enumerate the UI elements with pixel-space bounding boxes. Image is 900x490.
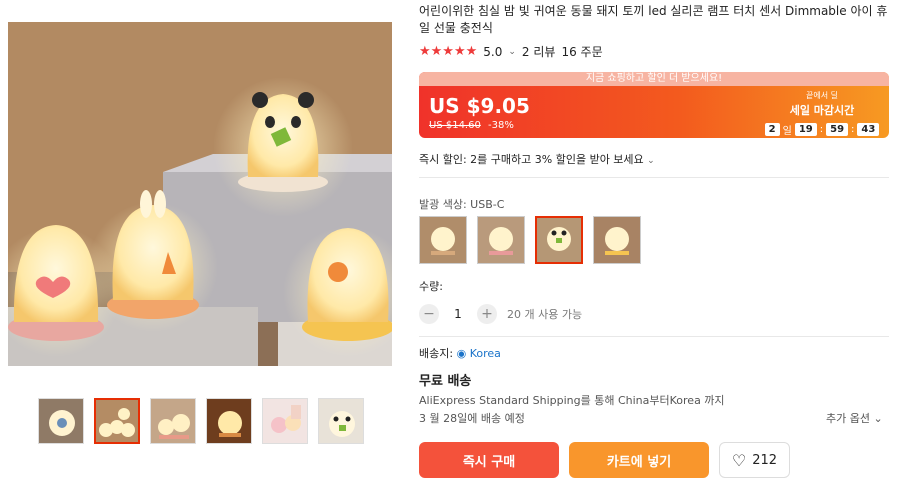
more-shipping-options[interactable]: 추가 옵션 ⌄ — [826, 410, 883, 426]
countdown-seconds: 43 — [857, 123, 880, 136]
order-count: 16 주문 — [561, 45, 603, 59]
more-options-label: 추가 옵션 — [826, 412, 870, 425]
shipping-method: AliExpress Standard Shipping를 통해 China부터… — [419, 394, 725, 407]
rating-row: ★★★★★ 5.0 ⌄ 2 리뷰 16 주문 — [419, 43, 603, 60]
heart-icon: ♡ — [731, 450, 747, 470]
countdown-separator: : — [851, 124, 855, 135]
chevron-down-icon: ⌄ — [647, 156, 655, 166]
original-price: US $14.60 — [429, 120, 481, 131]
chevron-down-icon[interactable]: ⌄ — [508, 47, 516, 57]
countdown-hours: 19 — [794, 123, 817, 136]
thumbnail-3[interactable] — [150, 398, 196, 444]
color-swatch-3-selected[interactable] — [535, 216, 583, 264]
increase-quantity-button[interactable]: + — [477, 304, 497, 324]
sale-subtitle: 끝에서 딜 — [806, 91, 838, 100]
available-quantity: 20 개 사용 가능 — [507, 308, 583, 321]
price-banner: 지금 쇼핑하고 할인 더 받으세요! US $9.05 US $14.60 -3… — [419, 72, 889, 138]
quantity-value[interactable]: 1 — [449, 307, 467, 321]
color-swatches — [419, 216, 641, 264]
sale-title: 세일 마감시간 — [789, 104, 855, 117]
instant-discount-text: 즉시 할인: 2를 구매하고 3% 할인을 받아 보세요 — [419, 153, 644, 166]
countdown-timer: 2 일 19 : 59 : 43 — [763, 122, 881, 137]
product-photo — [8, 22, 392, 366]
current-price: US $9.05 — [429, 94, 530, 118]
thumbnail-4[interactable] — [206, 398, 252, 444]
location-pin-icon[interactable]: ◉ — [457, 347, 467, 360]
discount-percent: -38% — [488, 120, 514, 131]
main-product-image[interactable] — [8, 22, 392, 366]
quantity-stepper: − 1 + 20 개 사용 가능 — [419, 304, 582, 324]
quantity-label: 수량: — [419, 280, 443, 293]
thumbnail-6[interactable] — [318, 398, 364, 444]
review-count[interactable]: 2 리뷰 — [522, 43, 556, 60]
free-shipping-title: 무료 배송 — [419, 374, 472, 389]
rating-value[interactable]: 5.0 — [483, 45, 502, 59]
thumbnail-strip — [38, 398, 364, 444]
promo-strip: 지금 쇼핑하고 할인 더 받으세요! — [419, 72, 889, 86]
thumbnail-5[interactable] — [262, 398, 308, 444]
color-swatch-4[interactable] — [593, 216, 641, 264]
countdown-separator: : — [819, 124, 824, 135]
wishlist-count: 212 — [752, 452, 778, 468]
product-title: 어린이위한 침실 밤 빛 귀여운 동물 돼지 토끼 led 실리콘 램프 터치 … — [419, 4, 888, 35]
divider — [419, 177, 889, 178]
sale-countdown-box: 끝에서 딜 세일 마감시간 2 일 19 : 59 : 43 — [763, 90, 881, 137]
instant-discount[interactable]: 즉시 할인: 2를 구매하고 3% 할인을 받아 보세요 ⌄ — [419, 151, 655, 167]
color-label: 발광 색상: USB-C — [419, 198, 505, 211]
color-swatch-2[interactable] — [477, 216, 525, 264]
delivery-date: 3 월 28일에 배송 예정 — [419, 412, 525, 425]
countdown-minutes: 59 — [826, 123, 849, 136]
ship-to-row: 배송지: ◉ Korea — [419, 345, 501, 361]
ship-to-location[interactable]: Korea — [470, 347, 501, 360]
thumbnail-1[interactable] — [38, 398, 84, 444]
decrease-quantity-button[interactable]: − — [419, 304, 439, 324]
countdown-days: 2 — [764, 123, 780, 136]
divider — [419, 336, 889, 337]
color-swatch-1[interactable] — [419, 216, 467, 264]
add-to-cart-button[interactable]: 카트에 넣기 — [569, 442, 709, 478]
rating-stars-icon: ★★★★★ — [419, 44, 478, 59]
countdown-day-label: 일 — [782, 126, 792, 137]
wishlist-button[interactable]: ♡ 212 — [719, 442, 790, 478]
chevron-down-icon: ⌄ — [873, 412, 883, 425]
original-price-row: US $14.60 -38% — [429, 120, 514, 131]
thumbnail-2[interactable] — [94, 398, 140, 444]
ship-to-label: 배송지: — [419, 347, 454, 360]
buy-now-button[interactable]: 즉시 구매 — [419, 442, 559, 478]
